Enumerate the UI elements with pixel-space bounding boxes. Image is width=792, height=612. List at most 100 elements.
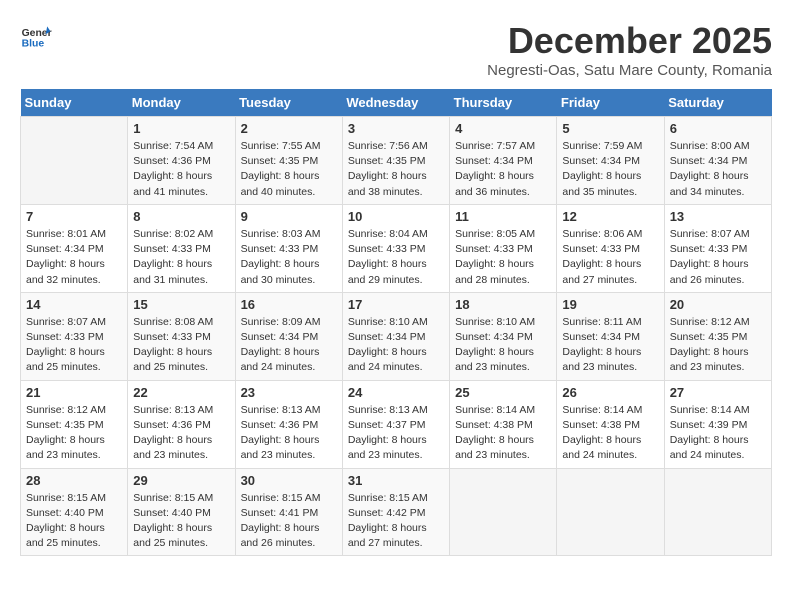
calendar-cell: 31Sunrise: 8:15 AMSunset: 4:42 PMDayligh… <box>342 468 449 556</box>
day-info: Sunrise: 8:15 AMSunset: 4:40 PMDaylight:… <box>133 491 229 552</box>
logo-icon: General Blue <box>20 20 52 52</box>
weekday-header-monday: Monday <box>128 89 235 117</box>
calendar-cell: 1 Sunrise: 7:54 AMSunset: 4:36 PMDaylight… <box>128 117 235 205</box>
day-number: 18 <box>455 297 551 312</box>
day-number: 1 <box>133 121 229 136</box>
calendar-cell: 20 Sunrise: 8:12 AMSunset: 4:35 PMDayligh… <box>664 292 771 380</box>
weekday-header-sunday: Sunday <box>21 89 128 117</box>
day-number: 22 <box>133 385 229 400</box>
logo: General Blue <box>20 20 52 52</box>
calendar-cell: 27 Sunrise: 8:14 AMSunset: 4:39 PMDayligh… <box>664 380 771 468</box>
calendar-cell: 17Sunrise: 8:10 AMSunset: 4:34 PMDayligh… <box>342 292 449 380</box>
day-info: Sunrise: 8:11 AMSunset: 4:34 PMDaylight:… <box>562 315 658 376</box>
day-info: Sunrise: 8:02 AMSunset: 4:33 PMDaylight:… <box>133 227 229 288</box>
day-info: Sunrise: 8:13 AMSunset: 4:36 PMDaylight:… <box>241 403 337 464</box>
calendar-cell: 15 Sunrise: 8:08 AMSunset: 4:33 PMDayligh… <box>128 292 235 380</box>
day-info: Sunrise: 7:56 AMSunset: 4:35 PMDaylight:… <box>348 139 444 200</box>
week-row-2: 7 Sunrise: 8:01 AMSunset: 4:34 PMDaylight… <box>21 204 772 292</box>
day-number: 12 <box>562 209 658 224</box>
day-number: 5 <box>562 121 658 136</box>
calendar-cell: 16Sunrise: 8:09 AMSunset: 4:34 PMDayligh… <box>235 292 342 380</box>
calendar-cell: 29 Sunrise: 8:15 AMSunset: 4:40 PMDayligh… <box>128 468 235 556</box>
calendar-cell: 14 Sunrise: 8:07 AMSunset: 4:33 PMDayligh… <box>21 292 128 380</box>
day-info: Sunrise: 7:59 AMSunset: 4:34 PMDaylight:… <box>562 139 658 200</box>
day-number: 17 <box>348 297 444 312</box>
weekday-header-saturday: Saturday <box>664 89 771 117</box>
calendar-cell: 11 Sunrise: 8:05 AMSunset: 4:33 PMDayligh… <box>450 204 557 292</box>
week-row-1: 1 Sunrise: 7:54 AMSunset: 4:36 PMDaylight… <box>21 117 772 205</box>
day-info: Sunrise: 8:13 AMSunset: 4:37 PMDaylight:… <box>348 403 444 464</box>
day-number: 11 <box>455 209 551 224</box>
calendar-cell: 21Sunrise: 8:12 AMSunset: 4:35 PMDayligh… <box>21 380 128 468</box>
weekday-header-thursday: Thursday <box>450 89 557 117</box>
day-info: Sunrise: 8:14 AMSunset: 4:38 PMDaylight:… <box>455 403 551 464</box>
day-info: Sunrise: 8:06 AMSunset: 4:33 PMDaylight:… <box>562 227 658 288</box>
day-number: 27 <box>670 385 766 400</box>
calendar-cell: 19 Sunrise: 8:11 AMSunset: 4:34 PMDayligh… <box>557 292 664 380</box>
week-row-5: 28 Sunrise: 8:15 AMSunset: 4:40 PMDayligh… <box>21 468 772 556</box>
day-info: Sunrise: 8:10 AMSunset: 4:34 PMDaylight:… <box>455 315 551 376</box>
day-info: Sunrise: 8:03 AMSunset: 4:33 PMDaylight:… <box>241 227 337 288</box>
day-number: 20 <box>670 297 766 312</box>
calendar-cell: 12 Sunrise: 8:06 AMSunset: 4:33 PMDayligh… <box>557 204 664 292</box>
day-number: 10 <box>348 209 444 224</box>
day-number: 19 <box>562 297 658 312</box>
day-info: Sunrise: 7:54 AMSunset: 4:36 PMDaylight:… <box>133 139 229 200</box>
day-info: Sunrise: 8:08 AMSunset: 4:33 PMDaylight:… <box>133 315 229 376</box>
day-number: 14 <box>26 297 122 312</box>
day-info: Sunrise: 8:12 AMSunset: 4:35 PMDaylight:… <box>26 403 122 464</box>
day-number: 15 <box>133 297 229 312</box>
day-number: 9 <box>241 209 337 224</box>
day-info: Sunrise: 8:05 AMSunset: 4:33 PMDaylight:… <box>455 227 551 288</box>
day-number: 30 <box>241 473 337 488</box>
week-row-3: 14 Sunrise: 8:07 AMSunset: 4:33 PMDayligh… <box>21 292 772 380</box>
calendar-cell: 3 Sunrise: 7:56 AMSunset: 4:35 PMDaylight… <box>342 117 449 205</box>
day-number: 7 <box>26 209 122 224</box>
day-number: 13 <box>670 209 766 224</box>
calendar-cell: 8Sunrise: 8:02 AMSunset: 4:33 PMDaylight… <box>128 204 235 292</box>
calendar-cell: 6 Sunrise: 8:00 AMSunset: 4:34 PMDaylight… <box>664 117 771 205</box>
day-number: 3 <box>348 121 444 136</box>
day-number: 28 <box>26 473 122 488</box>
calendar-cell: 4Sunrise: 7:57 AMSunset: 4:34 PMDaylight… <box>450 117 557 205</box>
calendar-cell: 9 Sunrise: 8:03 AMSunset: 4:33 PMDaylight… <box>235 204 342 292</box>
calendar-cell: 5 Sunrise: 7:59 AMSunset: 4:34 PMDaylight… <box>557 117 664 205</box>
day-number: 16 <box>241 297 337 312</box>
day-info: Sunrise: 8:15 AMSunset: 4:40 PMDaylight:… <box>26 491 122 552</box>
day-number: 29 <box>133 473 229 488</box>
svg-text:Blue: Blue <box>22 38 45 49</box>
day-info: Sunrise: 8:07 AMSunset: 4:33 PMDaylight:… <box>670 227 766 288</box>
day-info: Sunrise: 8:01 AMSunset: 4:34 PMDaylight:… <box>26 227 122 288</box>
day-number: 24 <box>348 385 444 400</box>
weekday-header-row: SundayMondayTuesdayWednesdayThursdayFrid… <box>21 89 772 117</box>
calendar-cell: 10 Sunrise: 8:04 AMSunset: 4:33 PMDayligh… <box>342 204 449 292</box>
weekday-header-friday: Friday <box>557 89 664 117</box>
calendar-cell <box>21 117 128 205</box>
calendar-cell: 28 Sunrise: 8:15 AMSunset: 4:40 PMDayligh… <box>21 468 128 556</box>
weekday-header-wednesday: Wednesday <box>342 89 449 117</box>
day-number: 23 <box>241 385 337 400</box>
calendar-table: SundayMondayTuesdayWednesdayThursdayFrid… <box>20 89 772 556</box>
title-area: December 2025 Negresti-Oas, Satu Mare Co… <box>487 20 772 79</box>
calendar-cell <box>557 468 664 556</box>
day-info: Sunrise: 8:12 AMSunset: 4:35 PMDaylight:… <box>670 315 766 376</box>
day-info: Sunrise: 8:07 AMSunset: 4:33 PMDaylight:… <box>26 315 122 376</box>
day-info: Sunrise: 8:14 AMSunset: 4:38 PMDaylight:… <box>562 403 658 464</box>
day-number: 4 <box>455 121 551 136</box>
day-info: Sunrise: 8:13 AMSunset: 4:36 PMDaylight:… <box>133 403 229 464</box>
day-info: Sunrise: 8:00 AMSunset: 4:34 PMDaylight:… <box>670 139 766 200</box>
calendar-cell: 30Sunrise: 8:15 AMSunset: 4:41 PMDayligh… <box>235 468 342 556</box>
header: General Blue December 2025 Negresti-Oas,… <box>20 20 772 79</box>
weekday-header-tuesday: Tuesday <box>235 89 342 117</box>
day-info: Sunrise: 8:04 AMSunset: 4:33 PMDaylight:… <box>348 227 444 288</box>
location-subtitle: Negresti-Oas, Satu Mare County, Romania <box>487 62 772 79</box>
day-number: 6 <box>670 121 766 136</box>
calendar-cell <box>664 468 771 556</box>
week-row-4: 21Sunrise: 8:12 AMSunset: 4:35 PMDayligh… <box>21 380 772 468</box>
day-number: 26 <box>562 385 658 400</box>
calendar-cell: 7 Sunrise: 8:01 AMSunset: 4:34 PMDaylight… <box>21 204 128 292</box>
day-info: Sunrise: 8:14 AMSunset: 4:39 PMDaylight:… <box>670 403 766 464</box>
day-number: 2 <box>241 121 337 136</box>
calendar-cell: 25Sunrise: 8:14 AMSunset: 4:38 PMDayligh… <box>450 380 557 468</box>
calendar-cell: 26 Sunrise: 8:14 AMSunset: 4:38 PMDayligh… <box>557 380 664 468</box>
